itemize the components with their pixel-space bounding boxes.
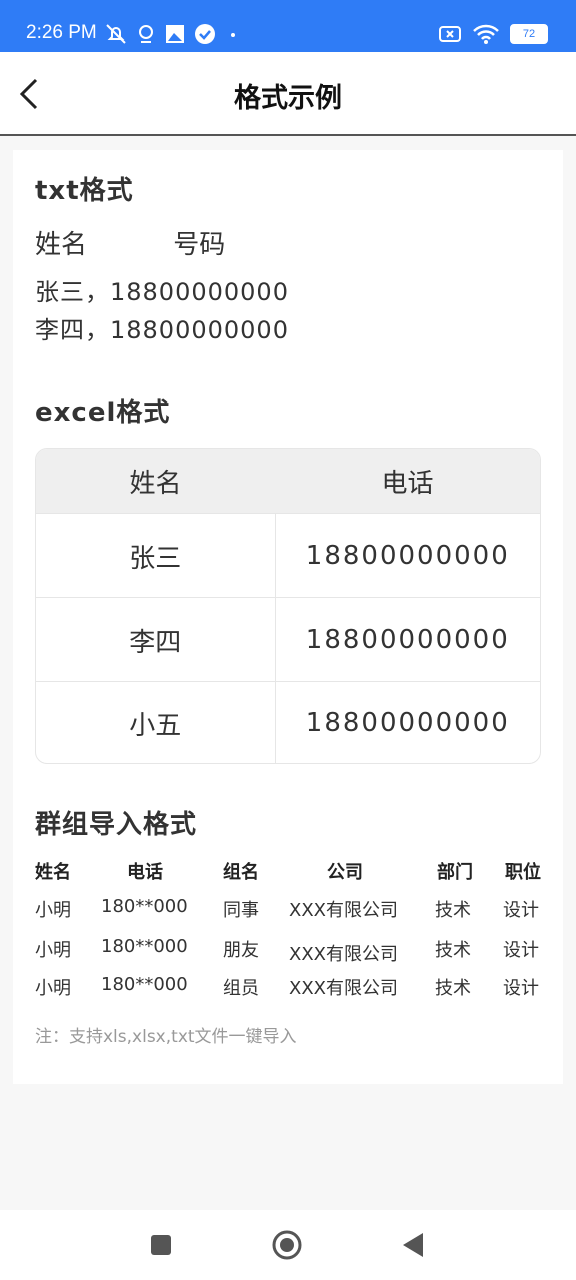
status-bar: 2:26 PM 72 [0, 0, 576, 52]
excel-cell-phone: 18800000000 [305, 541, 510, 571]
location-icon [139, 25, 153, 43]
txt-line: 李四，18800000000 [35, 316, 289, 344]
excel-row: 李四 18800000000 [36, 597, 540, 682]
group-row: 小明 180**000 朋友 XXX有限公司 技术 设计 [35, 936, 545, 966]
group-cell-department: 技术 [435, 900, 471, 921]
excel-table: 姓名 电话 张三 18800000000 李四 18800000000 小五 1… [35, 448, 541, 764]
excel-cell-phone: 18800000000 [305, 708, 510, 738]
group-heading: 群组导入格式 [35, 810, 198, 840]
dot-icon [231, 33, 235, 37]
excel-row: 小五 18800000000 [36, 681, 540, 763]
txt-heading: txt格式 [35, 176, 134, 206]
group-cell-company: XXX有限公司 [289, 978, 398, 999]
group-cell-phone: 180**000 [101, 896, 188, 917]
group-cell-position: 设计 [503, 940, 539, 961]
excel-cell-name: 张三 [36, 514, 276, 598]
check-circle-icon [195, 24, 215, 44]
group-header-row: 姓名 电话 组名 公司 部门 职位 [35, 858, 545, 888]
group-header-department: 部门 [437, 862, 473, 883]
group-row: 小明 180**000 组员 XXX有限公司 技术 设计 [35, 974, 545, 1004]
sim-x-icon [439, 26, 461, 42]
status-time: 2:26 PM [26, 22, 97, 43]
excel-row: 张三 18800000000 [36, 513, 540, 598]
txt-column-header: 姓名 号码 [35, 224, 225, 261]
group-cell-group: 组员 [223, 978, 259, 999]
group-cell-phone: 180**000 [101, 974, 188, 995]
battery-icon: 72 [510, 24, 548, 44]
excel-cell-phone: 18800000000 [305, 625, 510, 655]
status-left-icons [104, 22, 238, 46]
group-header-phone: 电话 [127, 862, 163, 883]
excel-header-name: 姓名 [129, 468, 182, 499]
group-cell-name: 小明 [35, 940, 71, 961]
import-note: 注：支持xls,xlsx,txt文件一键导入 [35, 1027, 297, 1047]
square-recents-icon[interactable] [150, 1234, 172, 1256]
group-header-position: 职位 [505, 862, 541, 883]
txt-col-number: 号码 [173, 230, 226, 260]
app-bar: 格式示例 [0, 52, 576, 136]
excel-heading: excel格式 [35, 398, 171, 428]
group-cell-name: 小明 [35, 900, 71, 921]
group-cell-group: 同事 [223, 900, 259, 921]
group-header-name: 姓名 [35, 862, 71, 883]
page-title: 格式示例 [234, 83, 342, 114]
group-cell-position: 设计 [503, 900, 539, 921]
bell-off-icon [106, 24, 126, 44]
txt-line: 张三，18800000000 [35, 278, 289, 306]
excel-header-phone: 电话 [381, 468, 434, 499]
wifi-icon [473, 24, 499, 44]
group-cell-group: 朋友 [223, 940, 259, 961]
txt-col-name: 姓名 [35, 230, 88, 260]
group-cell-phone: 180**000 [101, 936, 188, 957]
image-icon [166, 25, 184, 43]
group-cell-company: XXX有限公司 [289, 900, 398, 921]
system-nav-bar [0, 1210, 576, 1280]
triangle-back-icon[interactable] [402, 1232, 424, 1258]
circle-home-icon[interactable] [272, 1230, 302, 1260]
excel-cell-name: 李四 [36, 598, 276, 682]
group-cell-name: 小明 [35, 978, 71, 999]
status-right-icons: 72 [438, 22, 548, 46]
group-cell-department: 技术 [435, 978, 471, 999]
group-cell-department: 技术 [435, 940, 471, 961]
content-card: txt格式 姓名 号码 张三，18800000000 李四，1880000000… [13, 150, 563, 1084]
group-row: 小明 180**000 同事 XXX有限公司 技术 设计 [35, 896, 545, 926]
excel-header-row: 姓名 电话 [36, 449, 540, 513]
excel-cell-name: 小五 [36, 682, 276, 763]
group-cell-company: XXX有限公司 [289, 944, 398, 965]
group-header-company: 公司 [327, 862, 363, 883]
group-cell-position: 设计 [503, 978, 539, 999]
group-header-group: 组名 [223, 862, 259, 883]
